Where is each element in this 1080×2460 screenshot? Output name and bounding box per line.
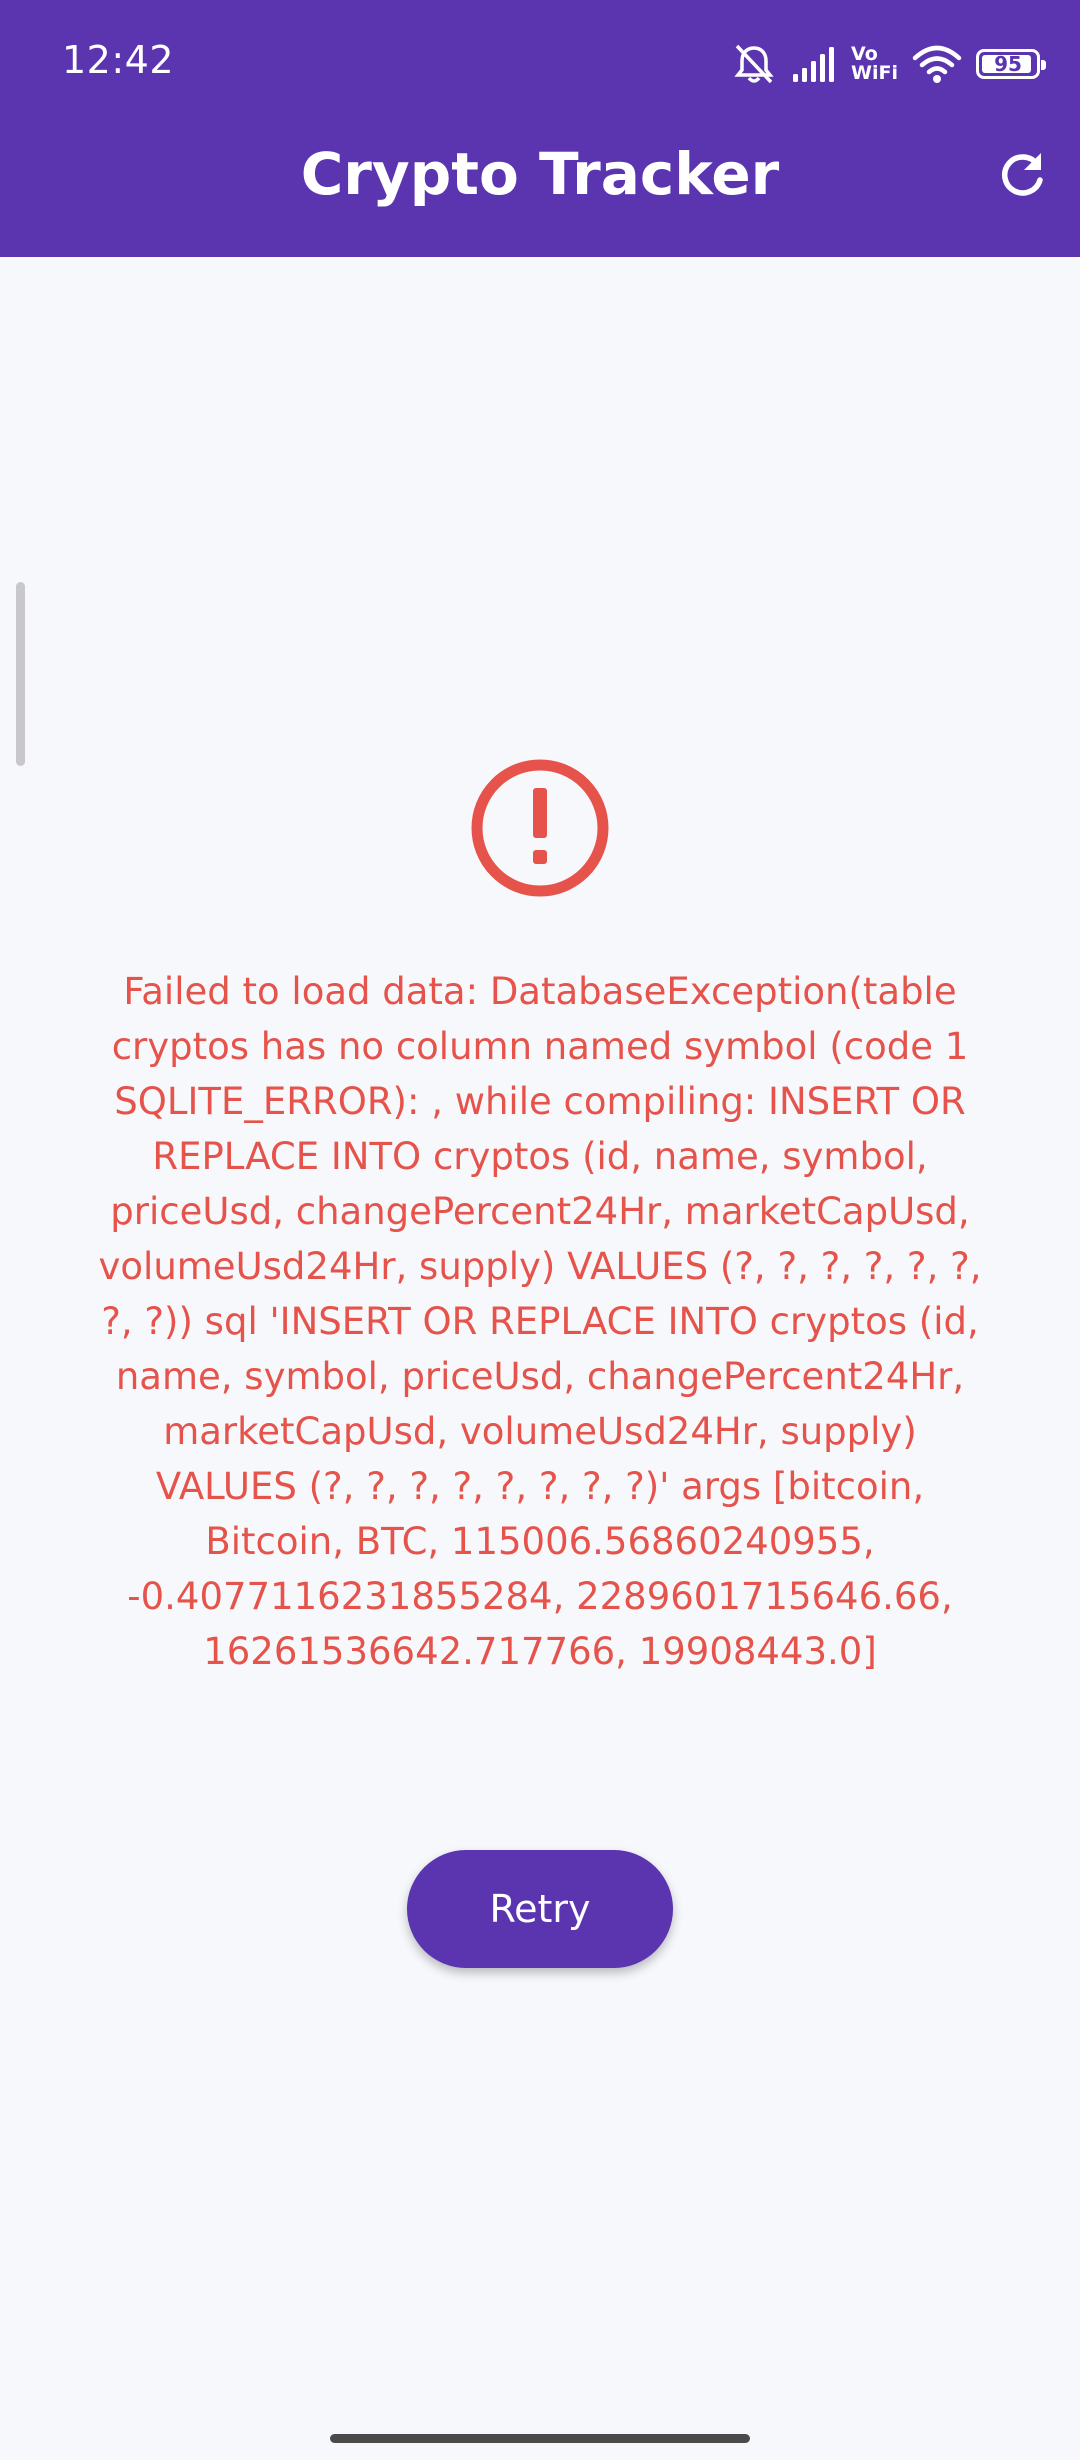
page-title: Crypto Tracker — [300, 140, 780, 208]
error-message: Failed to load data: DatabaseException(t… — [98, 970, 982, 1673]
battery-percent: 95 — [994, 52, 1022, 76]
status-time: 12:42 — [62, 38, 175, 82]
refresh-icon — [996, 150, 1048, 206]
retry-button[interactable]: Retry — [407, 1850, 673, 1968]
app-header: 12:42 Vo WiFi 95 Crypto Tracker — [0, 0, 1080, 257]
battery-icon: 95 — [976, 49, 1046, 79]
refresh-button[interactable] — [986, 142, 1058, 214]
vowifi-icon: Vo WiFi — [851, 45, 898, 83]
home-indicator[interactable] — [330, 2434, 750, 2443]
status-icons: Vo WiFi 95 — [731, 40, 1046, 88]
wifi-icon — [912, 44, 962, 84]
signal-icon — [791, 44, 837, 84]
error-circle-icon — [468, 756, 612, 900]
muted-icon — [731, 43, 777, 85]
wifi-label: WiFi — [851, 62, 898, 84]
app-screen: 12:42 Vo WiFi 95 Crypto Tracker Failed t… — [0, 0, 1080, 2460]
scroll-indicator[interactable] — [16, 582, 25, 766]
